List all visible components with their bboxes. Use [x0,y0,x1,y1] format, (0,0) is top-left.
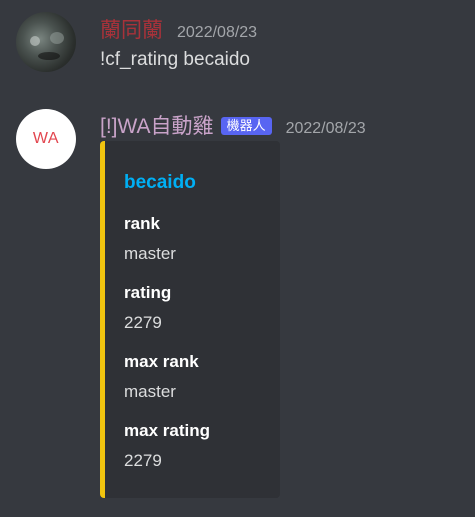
username[interactable]: 蘭同蘭 [100,14,163,44]
timestamp: 2022/08/23 [177,24,258,41]
user-avatar[interactable] [16,12,76,72]
field-name-rating: rating [124,283,172,302]
message-header: 蘭同蘭 2022/08/23 [100,14,257,44]
rating-embed: becaido rank master rating 2279 max rank… [100,141,280,498]
message-header: [!]WA自動雞 機器人 2022/08/23 [100,110,366,140]
field-value-rating: 2279 [124,313,162,332]
field-value-max-rank: master [124,382,176,401]
bot-username[interactable]: [!]WA自動雞 [100,110,214,140]
message-content: !cf_rating becaido [100,49,250,70]
field-value-max-rating: 2279 [124,451,162,470]
bot-avatar[interactable]: WA [16,109,76,169]
timestamp: 2022/08/23 [285,120,366,137]
field-value-rank: master [124,244,176,263]
field-name-max-rating: max rating [124,421,210,440]
avatar-text: WA [32,130,60,147]
field-name-max-rank: max rank [124,352,199,371]
field-name-rank: rank [124,214,160,233]
bot-tag-badge: 機器人 [220,117,272,135]
embed-title[interactable]: becaido [124,172,196,194]
